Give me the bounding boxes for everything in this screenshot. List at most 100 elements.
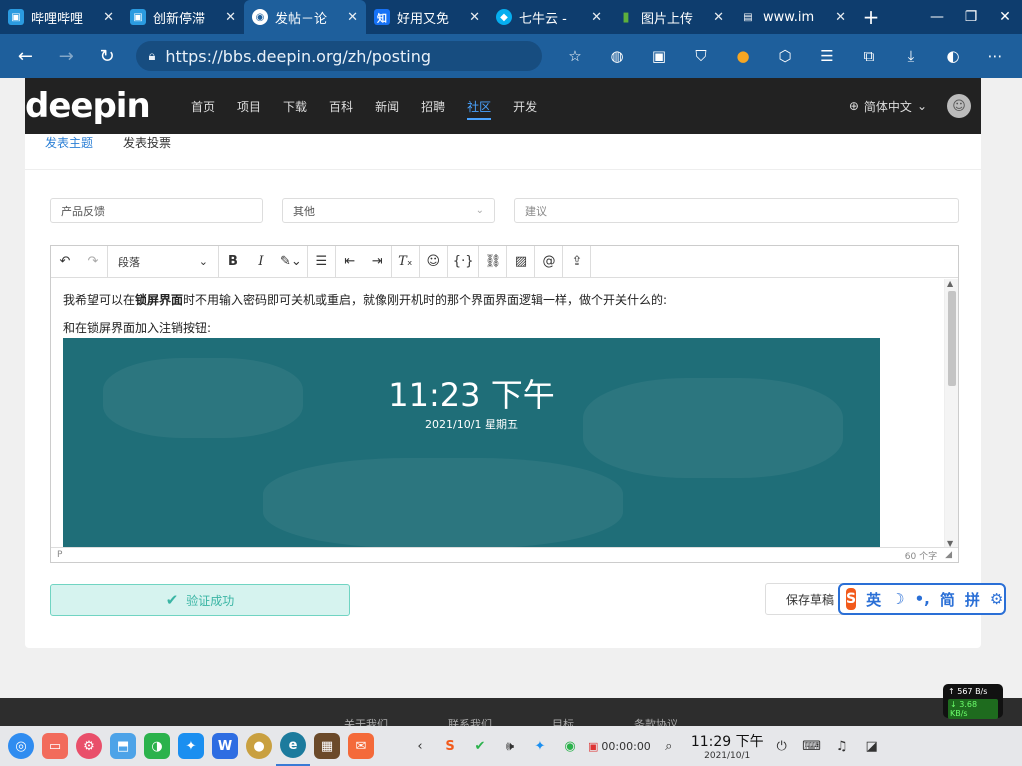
extension-icon[interactable]: ▣: [642, 40, 676, 72]
nav-item-home[interactable]: 首页: [180, 78, 226, 134]
upload-icon[interactable]: ⇪: [563, 245, 592, 278]
mention-icon[interactable]: @: [535, 245, 564, 278]
mail-icon[interactable]: ✉: [344, 726, 378, 766]
gear-icon[interactable]: ⚙: [990, 590, 1003, 608]
close-icon[interactable]: ✕: [103, 10, 114, 25]
sogou-tray-icon[interactable]: S: [438, 734, 462, 758]
dingtalk-tray-icon[interactable]: ✦: [528, 734, 552, 758]
forward-icon[interactable]: →: [51, 40, 82, 72]
scroll-up-icon[interactable]: ▲: [947, 279, 953, 288]
tab-post-poll[interactable]: 发表投票: [123, 134, 171, 152]
embedded-lockscreen-image[interactable]: 11:23 下午 2021/10/1 星期五: [63, 338, 880, 548]
scrollbar-thumb[interactable]: [948, 291, 956, 386]
add-favorite-icon[interactable]: ☆: [558, 40, 592, 72]
reload-icon[interactable]: ↻: [92, 40, 123, 72]
sync-icon[interactable]: ✔: [468, 734, 492, 758]
browser-tab[interactable]: ◆ 七牛云 - ✕: [488, 0, 610, 34]
link-icon[interactable]: ⛓: [479, 245, 508, 278]
power-icon[interactable]: ⏻: [770, 734, 794, 758]
close-icon[interactable]: ✕: [713, 10, 724, 25]
expand-tray-icon[interactable]: ‹: [408, 734, 432, 758]
extension-icon[interactable]: ◍: [600, 40, 634, 72]
more-icon[interactable]: ⋯: [978, 40, 1012, 72]
new-tab-button[interactable]: +: [854, 0, 888, 34]
download-icon[interactable]: ⤓: [894, 40, 928, 72]
minecraft-icon[interactable]: ▦: [310, 726, 344, 766]
browser-tab[interactable]: 知 好用又免 ✕: [366, 0, 488, 34]
outdent-icon[interactable]: ⇤: [336, 246, 364, 278]
resize-handle-icon[interactable]: ◢: [945, 550, 952, 560]
back-icon[interactable]: ←: [10, 40, 41, 72]
show-desktop-icon[interactable]: ◪: [860, 734, 884, 758]
close-icon[interactable]: ✕: [469, 10, 480, 25]
recording-indicator[interactable]: ▣ 00:00:00: [588, 740, 651, 753]
close-icon[interactable]: ✕: [347, 10, 358, 25]
language-select[interactable]: ⊕ 简体中文 ⌄: [849, 98, 927, 115]
bold-icon[interactable]: B: [219, 246, 247, 278]
close-window-icon[interactable]: ✕: [988, 9, 1022, 25]
network-icon[interactable]: ◉: [558, 734, 582, 758]
image-icon[interactable]: ▨: [507, 245, 536, 278]
favorites-icon[interactable]: ☰: [810, 40, 844, 72]
wps-icon[interactable]: W: [208, 726, 242, 766]
dingtalk-icon[interactable]: ✦: [174, 726, 208, 766]
minimize-icon[interactable]: —: [920, 9, 954, 25]
launcher-icon[interactable]: ◎: [4, 726, 38, 766]
subcategory-select[interactable]: 其他 ⌄: [282, 198, 495, 223]
indent-icon[interactable]: ⇥: [364, 245, 392, 278]
nav-item-news[interactable]: 新闻: [364, 78, 410, 134]
sogou-logo-icon[interactable]: S: [846, 588, 857, 610]
editor-content[interactable]: 我希望可以在锁屏界面时不用输入密码即可关机或重启，就像刚开机时的那个界面界面逻辑…: [51, 279, 944, 548]
tab-post-topic[interactable]: 发表主题: [45, 134, 93, 152]
highlight-color-icon[interactable]: ✎⌄: [275, 245, 308, 278]
browser-tab-active[interactable]: ◉ 发帖－论 ✕: [244, 0, 366, 34]
undo-icon[interactable]: ↶: [51, 246, 79, 278]
ime-pinyin[interactable]: 拼: [965, 589, 980, 610]
close-icon[interactable]: ✕: [835, 10, 846, 25]
emoji-icon[interactable]: ☺: [420, 245, 448, 278]
nav-item-download[interactable]: 下载: [272, 78, 318, 134]
browser-tab[interactable]: ▮ 图片上传 ✕: [610, 0, 732, 34]
shield-icon[interactable]: ⛉: [684, 40, 718, 72]
profile-icon[interactable]: ◐: [936, 40, 970, 72]
volume-icon[interactable]: 🕪︎: [498, 734, 522, 758]
nav-item-develop[interactable]: 开发: [502, 78, 548, 134]
nav-item-community[interactable]: 社区: [456, 78, 502, 134]
tag-input[interactable]: 建议: [514, 198, 959, 223]
captcha-verified[interactable]: ✔ 验证成功: [50, 584, 350, 616]
element-path[interactable]: P: [57, 550, 62, 560]
italic-icon[interactable]: I: [247, 246, 275, 278]
extension-icon[interactable]: ●: [726, 40, 760, 72]
clear-format-icon[interactable]: Tₓ: [392, 245, 420, 278]
avatar[interactable]: ☺: [947, 94, 971, 118]
keyboard-icon[interactable]: ⌨: [800, 734, 824, 758]
clock[interactable]: 11:29 下午 2021/10/1: [691, 731, 764, 761]
collections-icon[interactable]: ⧉: [852, 40, 886, 72]
ime-mode[interactable]: 英: [866, 589, 881, 610]
nav-item-projects[interactable]: 项目: [226, 78, 272, 134]
nav-item-wiki[interactable]: 百科: [318, 78, 364, 134]
wechat-icon[interactable]: ◑: [140, 726, 174, 766]
multitask-icon[interactable]: ▭: [38, 726, 72, 766]
redo-icon[interactable]: ↷: [79, 246, 107, 278]
block-format-select[interactable]: 段落 ⌄: [107, 245, 219, 278]
browser-tab[interactable]: ▣ 哔哩哔哩 ✕: [0, 0, 122, 34]
app-store-icon[interactable]: ⬒: [106, 726, 140, 766]
close-icon[interactable]: ✕: [225, 10, 236, 25]
deepin-logo[interactable]: deepin: [25, 86, 180, 126]
nut-icon[interactable]: ●: [242, 726, 276, 766]
search-icon[interactable]: ⌕: [657, 734, 681, 758]
align-left-icon[interactable]: ☰: [308, 245, 336, 278]
punctuation-icon[interactable]: •,: [915, 590, 930, 608]
category-select[interactable]: 产品反馈: [50, 198, 263, 223]
notification-bell-icon[interactable]: ♫: [830, 734, 854, 758]
ime-toolbar[interactable]: S 英 ☽ •, 简 拼 ⚙: [838, 583, 1006, 615]
address-bar[interactable]: 🔒︎ https://bbs.deepin.org/zh/posting: [136, 41, 542, 71]
restore-icon[interactable]: ❐: [954, 9, 988, 25]
settings-icon[interactable]: ⚙: [72, 726, 106, 766]
edge-browser-icon[interactable]: e: [276, 726, 310, 766]
lock-icon[interactable]: 🔒︎: [148, 49, 155, 64]
code-icon[interactable]: {·}: [448, 245, 480, 278]
ime-simplified[interactable]: 简: [940, 589, 955, 610]
close-icon[interactable]: ✕: [591, 10, 602, 25]
